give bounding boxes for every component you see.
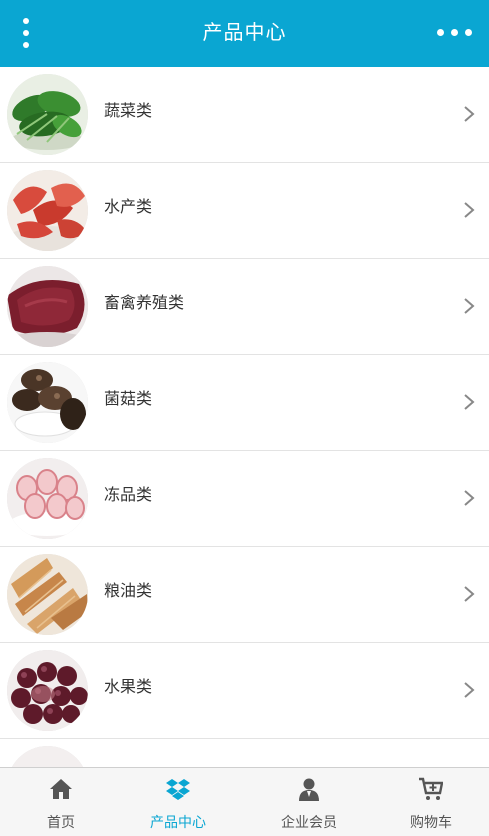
dried-fish-thumbnail	[7, 554, 88, 635]
category-item-grain-oil[interactable]: 粮油类	[0, 547, 489, 643]
bottom-tab-bar: 首页 产品中心 企业会员 购物车	[0, 767, 489, 836]
cart-icon	[419, 777, 443, 800]
tab-products-label: 产品中心	[150, 815, 206, 831]
category-item-vegetables[interactable]: 蔬菜类	[0, 67, 489, 163]
tab-members[interactable]: 企业会员	[248, 768, 370, 836]
chevron-right-icon	[464, 394, 475, 410]
tab-cart[interactable]: 购物车	[370, 768, 489, 836]
chevron-right-icon	[464, 682, 475, 698]
chevron-right-icon	[464, 106, 475, 122]
category-label: 蔬菜类	[104, 101, 153, 120]
app-header: 产品中心	[0, 0, 489, 67]
chevron-right-icon	[464, 586, 475, 602]
category-label: 菌菇类	[104, 389, 153, 408]
chevron-right-icon	[464, 202, 475, 218]
meat-thumbnail	[7, 266, 88, 347]
grapes-thumbnail	[7, 650, 88, 731]
category-item-partial[interactable]	[0, 739, 489, 767]
more-options-icon[interactable]	[435, 20, 475, 44]
tab-cart-label: 购物车	[410, 815, 452, 831]
page-title: 产品中心	[202, 20, 287, 44]
category-item-livestock[interactable]: 畜禽养殖类	[0, 259, 489, 355]
category-item-frozen[interactable]: 冻品类	[0, 451, 489, 547]
home-icon	[50, 779, 72, 799]
category-label: 水果类	[104, 677, 153, 696]
tab-products[interactable]: 产品中心	[117, 768, 239, 836]
category-item-seafood[interactable]: 水产类	[0, 163, 489, 259]
tab-home[interactable]: 首页	[0, 768, 122, 836]
chevron-right-icon	[464, 490, 475, 506]
frozen-meat-roll-thumbnail	[7, 458, 88, 539]
partial-thumbnail	[7, 746, 88, 767]
category-item-fruits[interactable]: 水果类	[0, 643, 489, 739]
category-label: 水产类	[104, 197, 153, 216]
member-icon	[299, 778, 319, 801]
category-label: 冻品类	[104, 485, 153, 504]
category-label: 畜禽养殖类	[104, 293, 185, 312]
category-label: 粮油类	[104, 581, 153, 600]
tab-members-label: 企业会员	[281, 815, 337, 831]
spinach-thumbnail	[7, 74, 88, 155]
tab-home-label: 首页	[47, 815, 75, 831]
dropbox-icon	[166, 779, 190, 800]
chevron-right-icon	[464, 298, 475, 314]
category-item-mushrooms[interactable]: 菌菇类	[0, 355, 489, 451]
mushroom-thumbnail	[7, 362, 88, 443]
category-list: 蔬菜类 水产类 畜禽养殖类 菌菇类 冻品类 粮油类 水果类	[0, 67, 489, 767]
shrimp-thumbnail	[7, 170, 88, 251]
